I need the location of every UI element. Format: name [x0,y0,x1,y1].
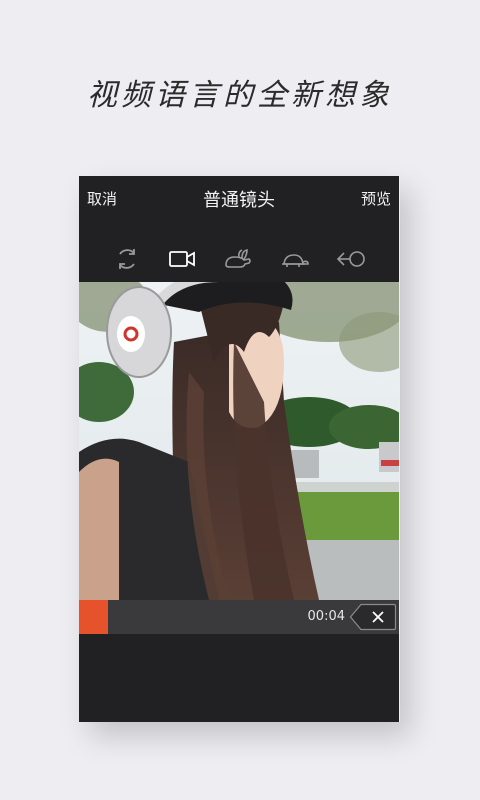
normal-mode-button[interactable] [165,246,199,272]
page-title: 普通镜头 [203,190,275,211]
slow-mode-button[interactable] [278,246,312,272]
phone-screen: 取消 普通镜头 预览 00:04 [79,176,399,722]
preview-photo [79,282,399,600]
top-bar: 取消 普通镜头 预览 [79,176,399,220]
reverse-mode-button[interactable] [334,246,368,272]
preview-button[interactable]: 预览 [361,188,391,209]
elapsed-time: 00:04 [307,609,345,624]
loop-icon [119,249,135,269]
video-camera-icon [169,251,195,267]
loop-mode-button[interactable] [110,246,144,272]
tagline: 视频语言的全新想象 [87,78,393,113]
reverse-icon [336,251,365,267]
timeline-bar[interactable]: 00:04 [79,600,399,634]
camera-preview-image[interactable] [79,282,399,600]
rabbit-icon [225,249,251,268]
turtle-icon [282,254,309,267]
backspace-icon [349,603,397,631]
progress-fill [79,600,108,634]
fast-mode-button[interactable] [221,246,255,272]
delete-segment-button[interactable] [349,603,397,631]
mode-toolbar [79,240,399,278]
